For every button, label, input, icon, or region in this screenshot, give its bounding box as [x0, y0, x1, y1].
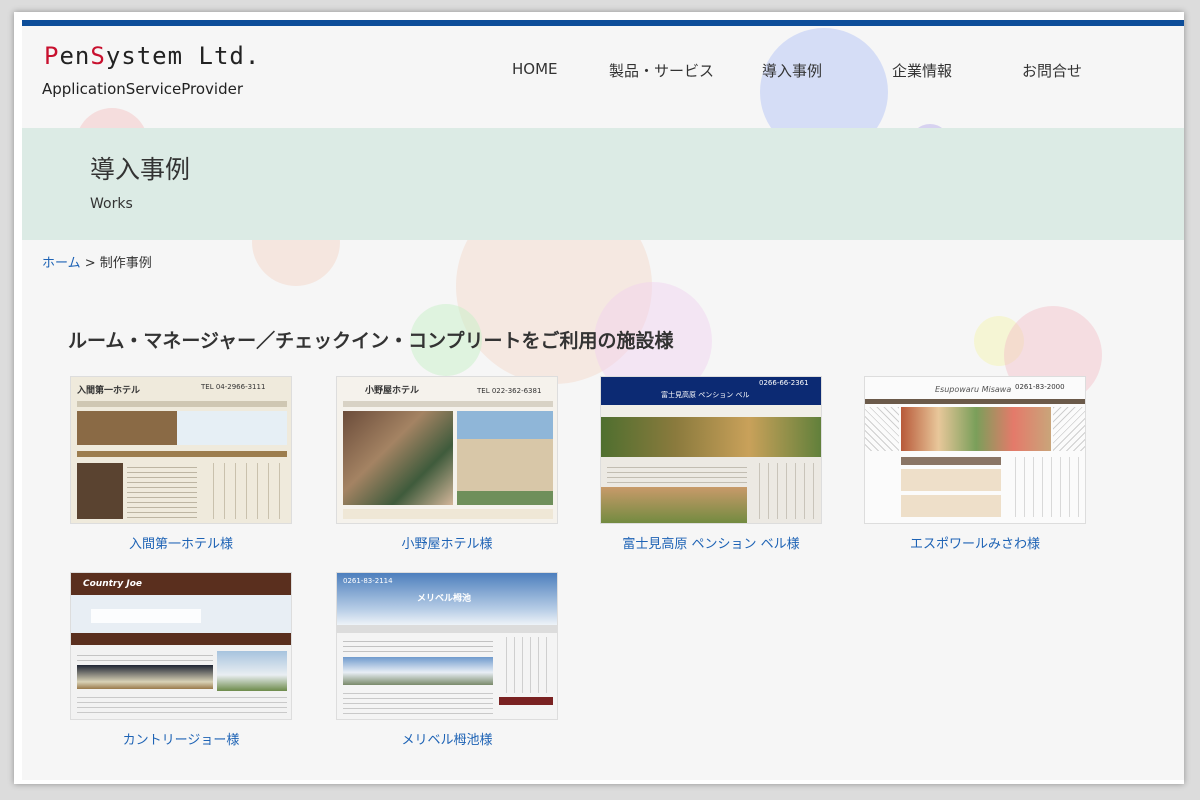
- thumb-calendar: [203, 463, 287, 519]
- thumb-menu-item: [901, 469, 1001, 491]
- thumb-heading-bar: [77, 451, 287, 457]
- nav-case-studies[interactable]: 導入事例: [762, 60, 822, 81]
- case-thumbnail[interactable]: 小野屋ホテル TEL 022-362-6381: [336, 376, 558, 524]
- thumb-ornament: [865, 407, 899, 451]
- thumb-menu-item: [901, 495, 1001, 517]
- thumb-banner-text: [91, 609, 201, 623]
- thumb-text-lines: [127, 463, 197, 519]
- thumb-site-phone: 0261-83-2000: [1015, 383, 1065, 391]
- page-subtitle: Works: [90, 196, 133, 212]
- thumb-photo-grid: [343, 411, 453, 505]
- decorative-bubble: [974, 316, 1024, 366]
- logo-text: ystem Ltd.: [105, 42, 261, 70]
- logo-text: en: [59, 42, 91, 70]
- thumb-text-lines: [343, 637, 493, 653]
- thumb-nav-bar: [865, 399, 1085, 404]
- case-card[interactable]: 小野屋ホテル TEL 022-362-6381 小野屋ホテル様: [336, 376, 558, 552]
- thumb-site-title: Esupowaru Misawa: [935, 385, 1012, 394]
- top-accent-bar: [22, 20, 1184, 26]
- thumb-text-lines: [77, 651, 213, 663]
- thumb-site-title: メリベル栂池: [417, 594, 472, 604]
- thumb-site-title: 小野屋ホテル: [365, 386, 420, 396]
- thumb-photo: [343, 657, 493, 685]
- case-thumbnail[interactable]: 富士見高原 ペンション ベル 0266-66-2361: [600, 376, 822, 524]
- case-caption-link[interactable]: カントリージョー様: [70, 729, 292, 748]
- breadcrumb-current: 制作事例: [99, 256, 152, 271]
- thumb-nav-bar: [71, 633, 291, 645]
- thumb-calendar: [751, 463, 817, 519]
- case-thumbnail[interactable]: 入間第一ホテル TEL 04-2966-3111: [70, 376, 292, 524]
- breadcrumb-separator: >: [80, 256, 100, 271]
- thumb-photo: [601, 487, 747, 523]
- case-caption-link[interactable]: メリベル栂池様: [336, 729, 558, 748]
- thumb-building-photo: [457, 411, 553, 505]
- page-hero: 導入事例 Works: [22, 128, 1184, 240]
- case-thumbnail[interactable]: 0261-83-2114 メリベル栂池: [336, 572, 558, 720]
- thumb-food-photo: [901, 407, 1051, 451]
- thumb-text-lines: [77, 693, 287, 717]
- thumb-nav-bar: [343, 401, 553, 407]
- case-card[interactable]: 入間第一ホテル TEL 04-2966-3111 入間第一ホテル様: [70, 376, 292, 552]
- page: PenSystem Ltd. ApplicationServiceProvide…: [22, 20, 1184, 780]
- thumb-text-lines: [343, 689, 493, 715]
- thumb-photo: [77, 411, 177, 445]
- thumb-footer-strip: [343, 509, 553, 519]
- logo-letter: S: [90, 42, 106, 70]
- thumb-banner-photo: [601, 417, 821, 457]
- thumb-site-phone: TEL 04-2966-3111: [201, 383, 266, 391]
- case-caption-link[interactable]: 入間第一ホテル様: [70, 533, 292, 552]
- thumb-site-title: 富士見高原 ペンション ベル: [661, 391, 750, 399]
- thumb-site-phone: TEL 022-362-6381: [477, 387, 542, 395]
- thumb-ornament: [1053, 407, 1085, 451]
- browser-frame: PenSystem Ltd. ApplicationServiceProvide…: [14, 12, 1184, 784]
- thumb-photo: [217, 651, 287, 691]
- page-title: 導入事例: [90, 155, 191, 184]
- nav-products-services[interactable]: 製品・サービス: [609, 60, 714, 81]
- thumb-calendar: [499, 637, 553, 693]
- section-title: ルーム・マネージャー／チェックイン・コンプリートをご利用の施設様: [68, 330, 674, 352]
- case-card[interactable]: 0261-83-2114 メリベル栂池 メリベル栂池様: [336, 572, 558, 748]
- nav-contact[interactable]: お問合せ: [1022, 60, 1082, 81]
- thumb-site-title: 入間第一ホテル: [77, 386, 141, 396]
- thumb-night-photo: [77, 665, 213, 689]
- case-thumbnail[interactable]: Country Joe: [70, 572, 292, 720]
- nav-home[interactable]: HOME: [512, 60, 558, 78]
- logo-letter: P: [44, 42, 60, 70]
- case-card[interactable]: 富士見高原 ペンション ベル 0266-66-2361 富士見高原 ペンション …: [600, 376, 822, 552]
- thumb-calendar: [1007, 457, 1081, 517]
- thumb-text-lines: [607, 463, 747, 483]
- case-caption-link[interactable]: 富士見高原 ペンション ベル様: [600, 533, 822, 552]
- thumb-nav-bar: [337, 625, 557, 633]
- thumb-photo: [77, 463, 123, 519]
- breadcrumb: ホーム > 制作事例: [42, 252, 152, 271]
- thumb-site-phone: 0261-83-2114: [343, 577, 393, 585]
- case-card[interactable]: Esupowaru Misawa 0261-83-2000 エスポワールみさわ様: [864, 376, 1086, 552]
- breadcrumb-home-link[interactable]: ホーム: [42, 256, 81, 271]
- thumb-banner: [177, 411, 287, 445]
- thumb-button: [499, 697, 553, 705]
- thumb-site-phone: 0266-66-2361: [759, 379, 809, 387]
- thumb-heading-bar: [901, 457, 1001, 465]
- company-tagline: ApplicationServiceProvider: [42, 80, 244, 98]
- thumb-site-title: Country Joe: [83, 579, 142, 589]
- company-logo[interactable]: PenSystem Ltd.: [44, 42, 260, 70]
- case-thumbnail[interactable]: Esupowaru Misawa 0261-83-2000: [864, 376, 1086, 524]
- case-caption-link[interactable]: 小野屋ホテル様: [336, 533, 558, 552]
- nav-company-info[interactable]: 企業情報: [892, 60, 952, 81]
- thumb-nav-bar: [601, 405, 821, 417]
- thumb-nav-bar: [77, 401, 287, 407]
- case-card[interactable]: Country Joe カントリージョー様: [70, 572, 292, 748]
- case-caption-link[interactable]: エスポワールみさわ様: [864, 533, 1086, 552]
